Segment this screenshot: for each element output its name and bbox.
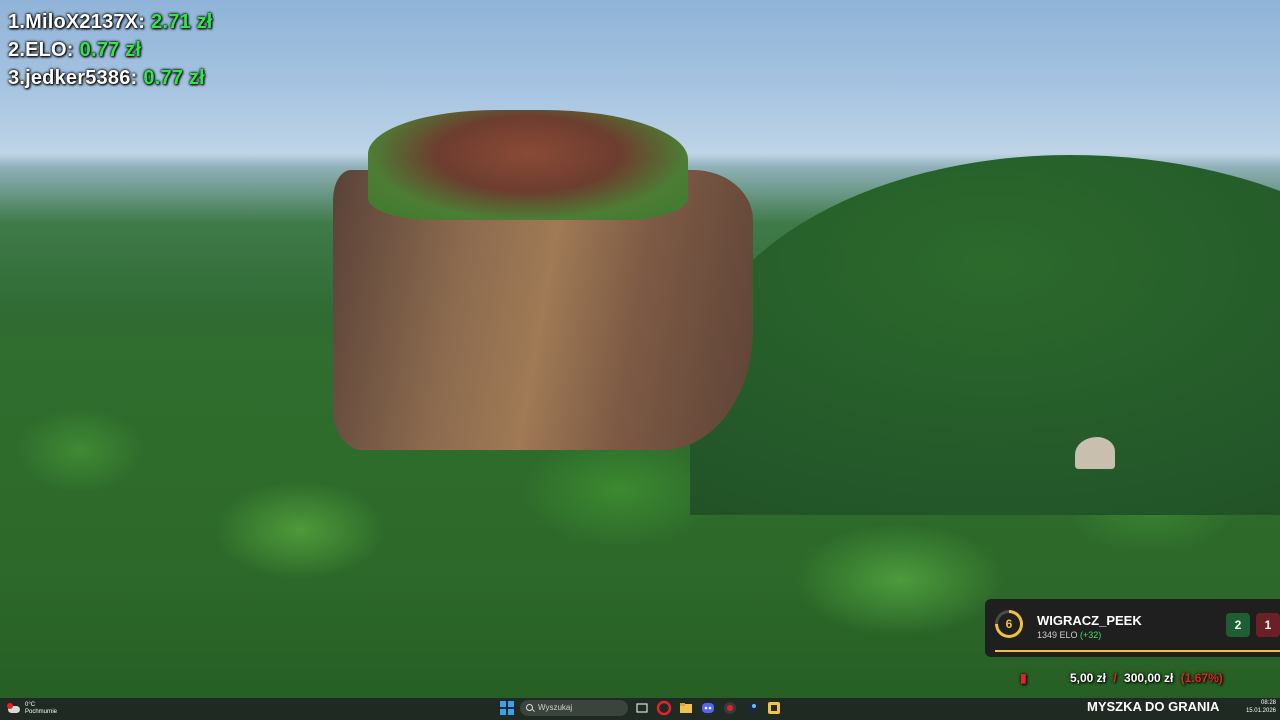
leaderboard-row: 3. jedker5386: 0.77 zł (8, 64, 213, 92)
goal-marker-icon: ▮ (1020, 671, 1027, 685)
desktop-wallpaper (0, 0, 1280, 698)
level-badge: 6 (995, 610, 1023, 638)
task-view-icon[interactable] (634, 700, 650, 716)
card-accent-bar (995, 650, 1280, 652)
app-icon[interactable] (722, 700, 738, 716)
elo-gain: (+32) (1080, 630, 1102, 640)
losses-count: 1 (1256, 613, 1280, 637)
weather-temp: 0°C (25, 702, 36, 708)
search-placeholder: Wyszukaj (538, 703, 573, 712)
level-value: 6 (998, 613, 1020, 635)
wins-count: 2 (1226, 613, 1250, 637)
discord-icon[interactable] (700, 700, 716, 716)
goal-target: 300,00 zł (1124, 671, 1174, 685)
wallpaper-rock (333, 110, 778, 450)
steam-icon[interactable] (744, 700, 760, 716)
file-explorer-icon[interactable] (678, 700, 694, 716)
leaderboard-rank: 1. (8, 10, 26, 33)
leaderboard-name: ELO: (25, 38, 74, 61)
goal-percent: (1.67%) (1180, 671, 1223, 685)
leaderboard-name: jedker5386: (25, 66, 138, 89)
goal-separator: / (1113, 671, 1117, 685)
leaderboard-row: 1. MiloX2137X: 2.71 zł (8, 8, 213, 36)
donation-goal: ▮ 5,00 zł / 300,00 zł (1.67%) (1020, 671, 1223, 687)
donation-leaderboard: 1. MiloX2137X: 2.71 zł 2. ELO: 0.77 zł 3… (8, 8, 213, 92)
clock-date: 15.01.2026 (1245, 708, 1276, 714)
wallpaper-boulder (1075, 437, 1115, 469)
start-button[interactable] (500, 701, 514, 715)
player-stats-card: 6 WIGRACZ_PEEK 1349 ELO (+32) 2 1 (985, 599, 1280, 657)
taskbar-title: MYSZKA DO GRANIA (1087, 699, 1220, 714)
cloud-icon (7, 703, 22, 715)
player-name: WIGRACZ_PEEK (1037, 613, 1142, 628)
weather-widget[interactable]: 0°C Pochmurnie (7, 700, 58, 718)
obs-icon[interactable] (766, 700, 782, 716)
leaderboard-name: MiloX2137X: (25, 10, 146, 33)
leaderboard-amount: 2.71 zł (151, 10, 213, 33)
opera-icon[interactable] (656, 700, 672, 716)
leaderboard-amount: 0.77 zł (79, 38, 142, 61)
weather-desc: Pochmurnie (25, 709, 58, 715)
taskbar-search[interactable]: Wyszukaj (520, 700, 628, 716)
leaderboard-row: 2. ELO: 0.77 zł (8, 36, 213, 64)
clock-time: 08:28 (1260, 700, 1276, 706)
wallpaper-hill (690, 155, 1280, 515)
leaderboard-rank: 2. (8, 38, 26, 61)
player-elo: 1349 ELO (+32) (1037, 630, 1101, 640)
leaderboard-amount: 0.77 zł (143, 66, 205, 89)
leaderboard-rank: 3. (8, 66, 26, 89)
search-icon (526, 704, 533, 711)
goal-current: 5,00 zł (1069, 671, 1106, 685)
elo-value: 1349 ELO (1037, 630, 1078, 640)
system-clock[interactable]: 08:28 15.01.2026 (1236, 699, 1276, 715)
